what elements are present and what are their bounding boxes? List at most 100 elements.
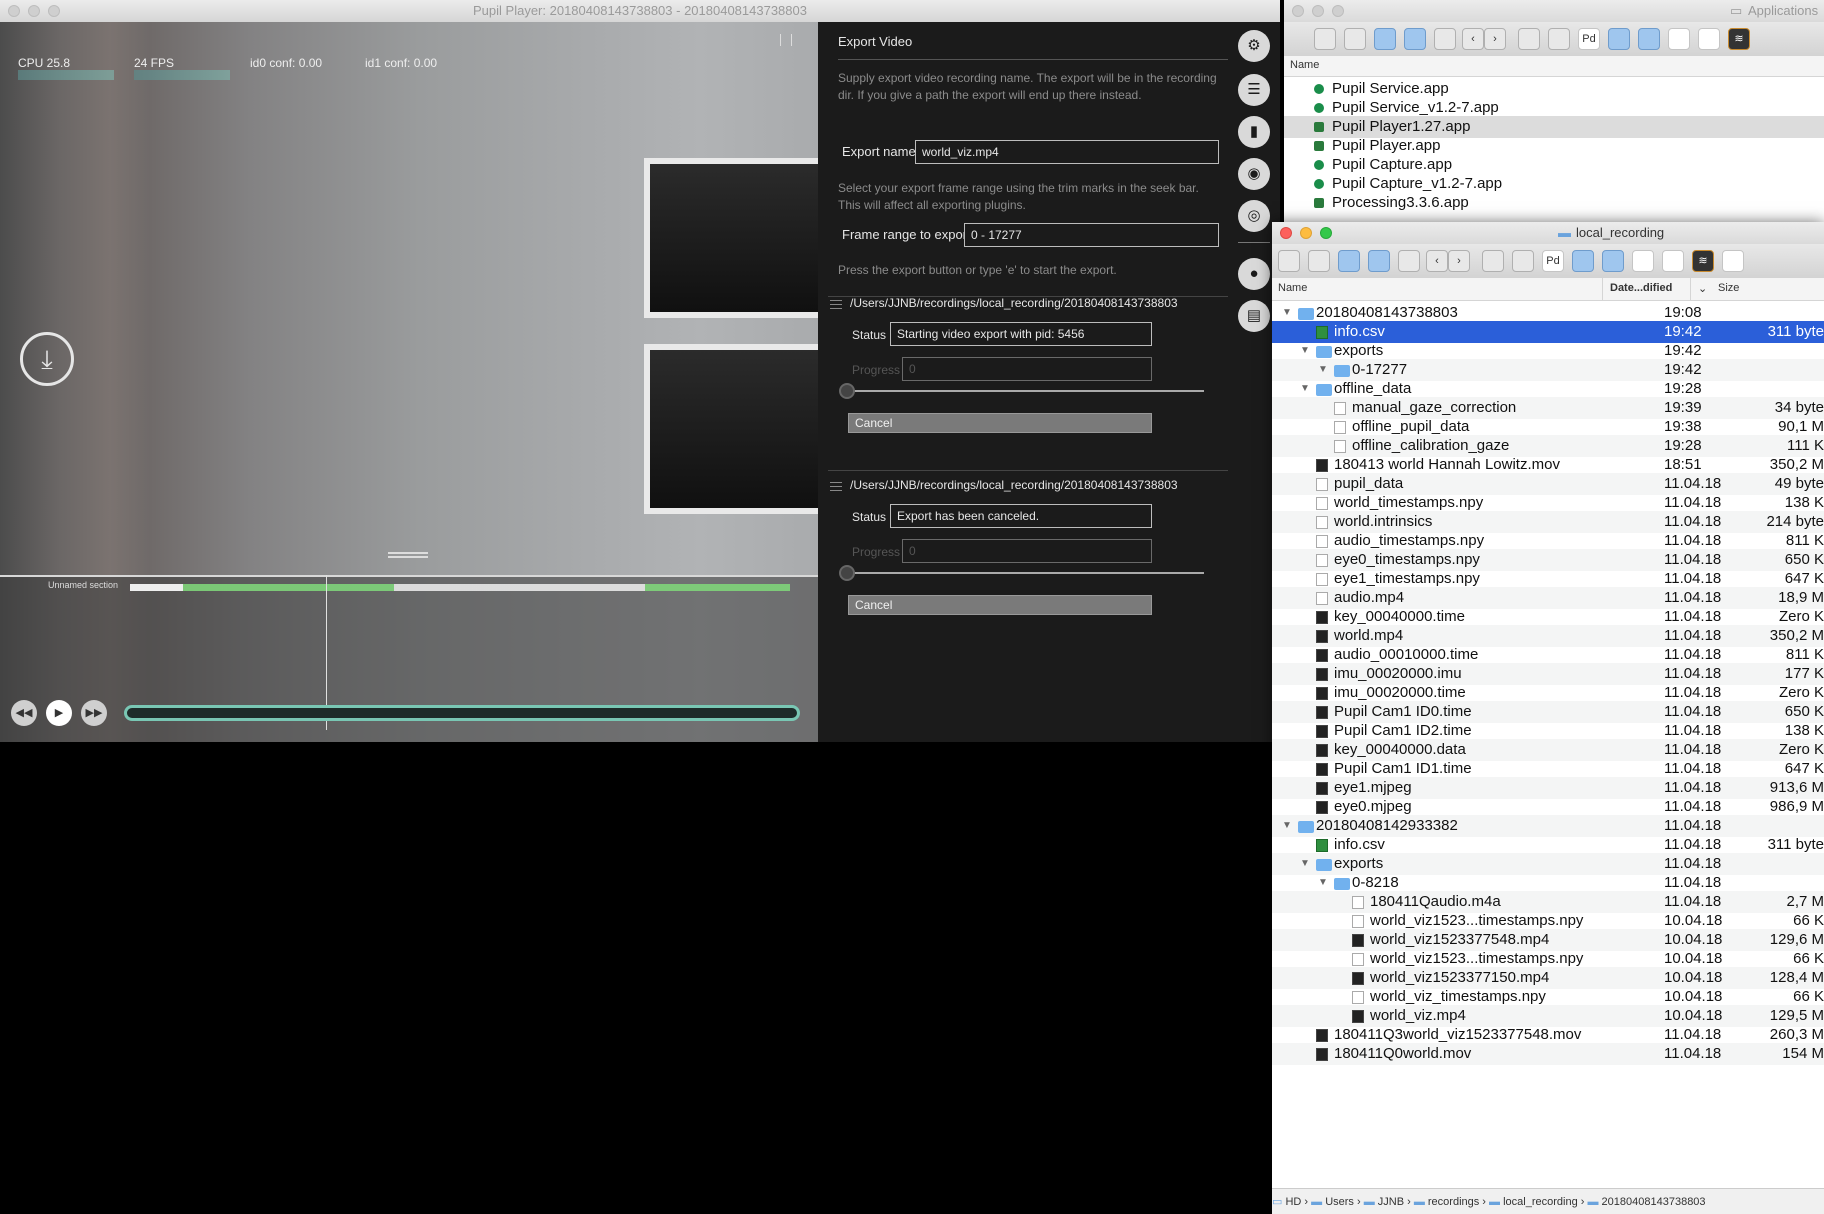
app-icon[interactable]	[1512, 250, 1534, 272]
name-column-header[interactable]: Name	[1290, 59, 1319, 71]
folder-icon[interactable]	[1638, 28, 1660, 50]
menu-icon[interactable]	[830, 482, 842, 491]
view-icon[interactable]	[1344, 28, 1366, 50]
file-row[interactable]: 180411Q0world.mov 11.04.18 154 M	[1272, 1043, 1824, 1065]
menu-icon[interactable]	[830, 300, 842, 309]
back-icon[interactable]: ‹	[1462, 28, 1484, 50]
app-icon[interactable]	[1482, 250, 1504, 272]
close-window-button[interactable]	[1292, 5, 1304, 17]
back-icon[interactable]: ‹	[1426, 250, 1448, 272]
folder-icon[interactable]	[1404, 28, 1426, 50]
size-column-header[interactable]: Size	[1718, 282, 1739, 294]
divider	[828, 470, 1228, 471]
seek-bar[interactable]	[124, 705, 800, 721]
doc-icon	[1316, 592, 1328, 605]
rewind-button[interactable]: ◀◀	[11, 700, 37, 726]
play-button[interactable]: ▶	[46, 700, 72, 726]
path-segment[interactable]: HD	[1285, 1196, 1301, 1208]
path-segment[interactable]: local_recording	[1503, 1196, 1578, 1208]
export-icon[interactable]: ▤	[1238, 300, 1270, 332]
panel-title: Export Video	[838, 34, 913, 49]
eye-icon[interactable]: ◉	[1238, 158, 1270, 190]
path-segment[interactable]: recordings	[1428, 1196, 1479, 1208]
folder-icon[interactable]	[1338, 250, 1360, 272]
csv-icon	[1316, 839, 1328, 852]
finder-titlebar: ▬ local_recording	[1272, 222, 1824, 244]
zoom-window-button[interactable]	[1320, 227, 1332, 239]
folder-icon[interactable]	[1374, 28, 1396, 50]
doc-icon	[1334, 440, 1346, 453]
waveform-icon[interactable]: ≋	[1728, 28, 1750, 50]
forward-icon[interactable]: ›	[1448, 250, 1470, 272]
movie-icon	[1316, 687, 1328, 700]
pd-icon[interactable]: Pd	[1542, 250, 1564, 272]
player-title: Pupil Player: 20180408143738803 - 201804…	[473, 3, 807, 18]
view-icon[interactable]	[1314, 28, 1336, 50]
movie-icon	[1316, 801, 1328, 814]
close-window-button[interactable]	[1280, 227, 1292, 239]
path-segment[interactable]: JJNB	[1378, 1196, 1404, 1208]
document-icon[interactable]	[1668, 28, 1690, 50]
doc-icon	[1316, 573, 1328, 586]
app-icon[interactable]	[1572, 250, 1594, 272]
pd-icon[interactable]: Pd	[1578, 28, 1600, 50]
minimize-window-button[interactable]	[1300, 227, 1312, 239]
app-icon	[1314, 103, 1324, 113]
doc-icon	[1316, 478, 1328, 491]
app-icon[interactable]	[1608, 28, 1630, 50]
document-icon[interactable]	[1662, 250, 1684, 272]
zoom-window-button[interactable]	[48, 5, 60, 17]
minimize-window-button[interactable]	[1312, 5, 1324, 17]
date-column-header[interactable]: Date...dified	[1610, 282, 1672, 294]
doc-icon	[1352, 991, 1364, 1004]
forward-icon[interactable]: ›	[1484, 28, 1506, 50]
app-list-item[interactable]: Processing3.3.6.app	[1284, 192, 1824, 214]
app-icon[interactable]	[1722, 250, 1744, 272]
zoom-window-button[interactable]	[1332, 5, 1344, 17]
minimize-window-button[interactable]	[28, 5, 40, 17]
cancel-export-button[interactable]: Cancel	[848, 413, 1152, 433]
export-task-path: /Users/JJNB/recordings/local_recording/2…	[850, 478, 1178, 492]
app-icon[interactable]	[1434, 28, 1456, 50]
movie-icon	[1316, 668, 1328, 681]
view-icon[interactable]	[1308, 250, 1330, 272]
path-segment[interactable]: 20180408143738803	[1602, 1196, 1706, 1208]
progress-slider-knob[interactable]	[839, 383, 855, 399]
column-header[interactable]: Name	[1284, 56, 1824, 77]
document-icon[interactable]	[1632, 250, 1654, 272]
doc-icon	[1334, 421, 1346, 434]
app-icon[interactable]	[1518, 28, 1540, 50]
download-icon[interactable]: ⤓	[20, 332, 74, 386]
sliders-icon[interactable]: ☰	[1238, 74, 1270, 106]
section-bar[interactable]	[130, 584, 790, 591]
name-column-header[interactable]: Name	[1278, 282, 1307, 294]
bar-chart-icon[interactable]: ▮	[1238, 116, 1270, 148]
folder-icon[interactable]	[1368, 250, 1390, 272]
cancel-export-button[interactable]: Cancel	[848, 595, 1152, 615]
frame-range-input[interactable]: 0 - 17277	[964, 223, 1219, 247]
collapse-handle-icon[interactable]	[780, 34, 792, 46]
path-segment[interactable]: Users	[1325, 1196, 1354, 1208]
app-icon[interactable]	[1398, 250, 1420, 272]
folder-icon	[1334, 365, 1350, 377]
waveform-icon[interactable]: ≋	[1692, 250, 1714, 272]
progress-slider-knob[interactable]	[839, 565, 855, 581]
status-label: Status	[852, 328, 887, 342]
export-name-input[interactable]: world_viz.mp4	[915, 140, 1219, 164]
timeline-drag-handle[interactable]	[388, 552, 428, 558]
document-icon[interactable]	[1698, 28, 1720, 50]
sort-chevron-icon[interactable]: ⌄	[1698, 282, 1707, 295]
view-icon[interactable]	[1278, 250, 1300, 272]
gear-icon[interactable]: ⚙	[1238, 30, 1270, 62]
close-window-button[interactable]	[8, 5, 20, 17]
column-divider[interactable]	[1690, 278, 1691, 300]
folder-icon[interactable]	[1602, 250, 1624, 272]
fast-forward-button[interactable]: ▶▶	[81, 700, 107, 726]
record-icon[interactable]: ●	[1238, 258, 1270, 290]
target-icon[interactable]: ◎	[1238, 200, 1270, 232]
movie-icon	[1316, 630, 1328, 643]
play-icon	[1314, 141, 1324, 151]
doc-icon	[1352, 915, 1364, 928]
app-icon[interactable]	[1548, 28, 1570, 50]
column-divider[interactable]	[1602, 278, 1603, 300]
